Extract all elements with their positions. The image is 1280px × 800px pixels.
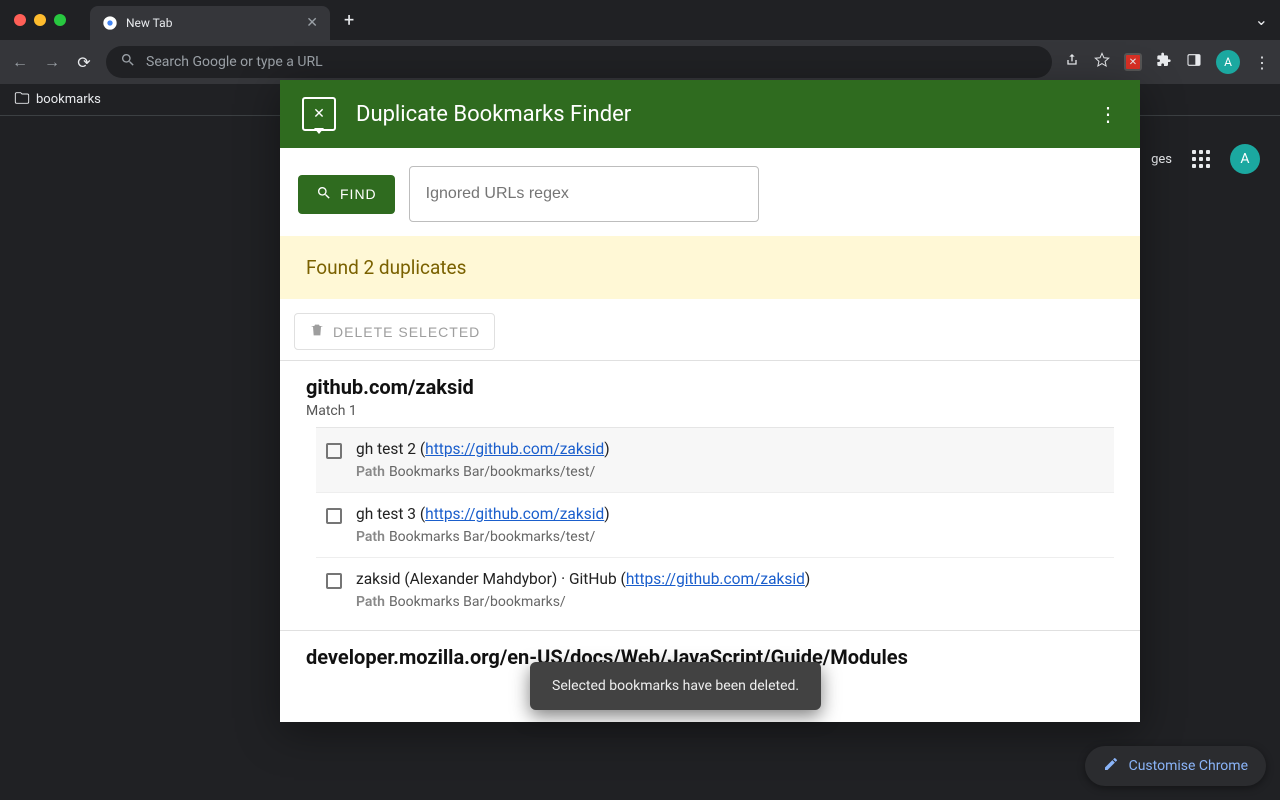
tab-favicon [102,15,118,31]
entry-checkbox[interactable] [326,573,342,589]
extensions-icon[interactable] [1156,52,1172,72]
extension-menu-button[interactable]: ⋮ [1098,102,1118,126]
toolbar-actions: ✕ A ⋮ [1064,50,1270,74]
address-bar[interactable]: Search Google or type a URL [106,46,1052,78]
search-icon [316,185,332,204]
entry-path: PathBookmarks Bar/bookmarks/test/ [356,464,610,480]
path-value: Bookmarks Bar/bookmarks/test/ [389,464,595,480]
ntp-header-right: ges A [1151,144,1260,174]
path-value: Bookmarks Bar/bookmarks/test/ [389,529,595,545]
search-icon [120,52,136,72]
ignored-urls-input[interactable] [409,166,759,222]
entry-path: PathBookmarks Bar/bookmarks/test/ [356,529,610,545]
customise-chrome-button[interactable]: Customise Chrome [1085,746,1266,786]
bookmarks-folder-label[interactable]: bookmarks [36,92,101,107]
entries-list: gh test 2 (https://github.com/zaksid) Pa… [306,427,1114,622]
entry-title-pre: gh test 2 ( [356,440,425,458]
toast-snackbar: Selected bookmarks have been deleted. [530,662,821,710]
entry-title-post: ) [604,440,609,458]
extension-header: ✕ Duplicate Bookmarks Finder ⋮ [280,80,1140,148]
close-window-button[interactable] [14,14,26,26]
window-controls [14,14,66,26]
entry-url-link[interactable]: https://github.com/zaksid [425,440,604,458]
pencil-icon [1103,756,1119,776]
path-label: Path [356,464,385,480]
entry-checkbox[interactable] [326,443,342,459]
sidepanel-icon[interactable] [1186,52,1202,72]
entry-title-post: ) [604,505,609,523]
share-icon[interactable] [1064,52,1080,72]
tab-close-button[interactable]: ✕ [306,15,318,31]
entry-body: gh test 3 (https://github.com/zaksid) Pa… [356,505,610,545]
entry-body: gh test 2 (https://github.com/zaksid) Pa… [356,440,610,480]
entry-checkbox[interactable] [326,508,342,524]
maximize-window-button[interactable] [54,14,66,26]
entry-url-link[interactable]: https://github.com/zaksid [626,570,805,588]
new-tab-button[interactable]: + [344,10,354,31]
ntp-images-link[interactable]: ges [1151,152,1172,167]
bookmark-star-icon[interactable] [1094,52,1110,72]
apps-grid-icon[interactable] [1192,150,1210,168]
browser-toolbar: ← → ⟳ Search Google or type a URL ✕ A ⋮ [0,40,1280,84]
bookmark-entry: gh test 2 (https://github.com/zaksid) Pa… [316,427,1114,492]
results-banner: Found 2 duplicates [280,236,1140,299]
extension-badge-icon[interactable]: ✕ [1124,53,1142,71]
find-button[interactable]: FIND [298,175,395,214]
find-label: FIND [340,186,377,202]
address-bar-placeholder: Search Google or type a URL [146,54,323,70]
customise-label: Customise Chrome [1129,758,1248,774]
browser-tab[interactable]: New Tab ✕ [90,6,330,40]
window-titlebar: New Tab ✕ + ⌄ [0,0,1280,40]
ntp-profile-avatar[interactable]: A [1230,144,1260,174]
delete-selected-button[interactable]: DELETE SELECTED [294,313,495,350]
back-button[interactable]: ← [10,52,30,72]
entry-body: zaksid (Alexander Mahdybor) · GitHub (ht… [356,570,810,610]
trash-icon [309,322,325,341]
extension-logo-icon: ✕ [302,97,336,131]
forward-button[interactable]: → [42,52,62,72]
reload-button[interactable]: ⟳ [74,53,94,72]
delete-row: DELETE SELECTED [280,299,1140,360]
tab-title: New Tab [126,16,298,30]
path-value: Bookmarks Bar/bookmarks/ [389,594,566,610]
browser-menu-icon[interactable]: ⋮ [1254,53,1270,72]
extension-popup: ✕ Duplicate Bookmarks Finder ⋮ FIND Foun… [280,80,1140,722]
profile-avatar[interactable]: A [1216,50,1240,74]
minimize-window-button[interactable] [34,14,46,26]
group-match-label: Match 1 [306,403,1114,419]
duplicate-group: github.com/zaksid Match 1 gh test 2 (htt… [280,360,1140,624]
path-label: Path [356,594,385,610]
folder-icon [14,90,30,110]
entry-title-pre: gh test 3 ( [356,505,425,523]
entry-title-pre: zaksid (Alexander Mahdybor) · GitHub ( [356,570,626,588]
bookmark-entry: gh test 3 (https://github.com/zaksid) Pa… [316,492,1114,557]
group-url-title: github.com/zaksid [306,375,1114,399]
window-expand-icon[interactable]: ⌄ [1255,10,1268,29]
entry-url-link[interactable]: https://github.com/zaksid [425,505,604,523]
delete-selected-label: DELETE SELECTED [333,324,480,340]
extension-title: Duplicate Bookmarks Finder [356,102,1078,127]
entry-path: PathBookmarks Bar/bookmarks/ [356,594,810,610]
path-label: Path [356,529,385,545]
entry-title-post: ) [805,570,810,588]
extension-controls: FIND [280,148,1140,236]
bookmark-entry: zaksid (Alexander Mahdybor) · GitHub (ht… [316,557,1114,622]
